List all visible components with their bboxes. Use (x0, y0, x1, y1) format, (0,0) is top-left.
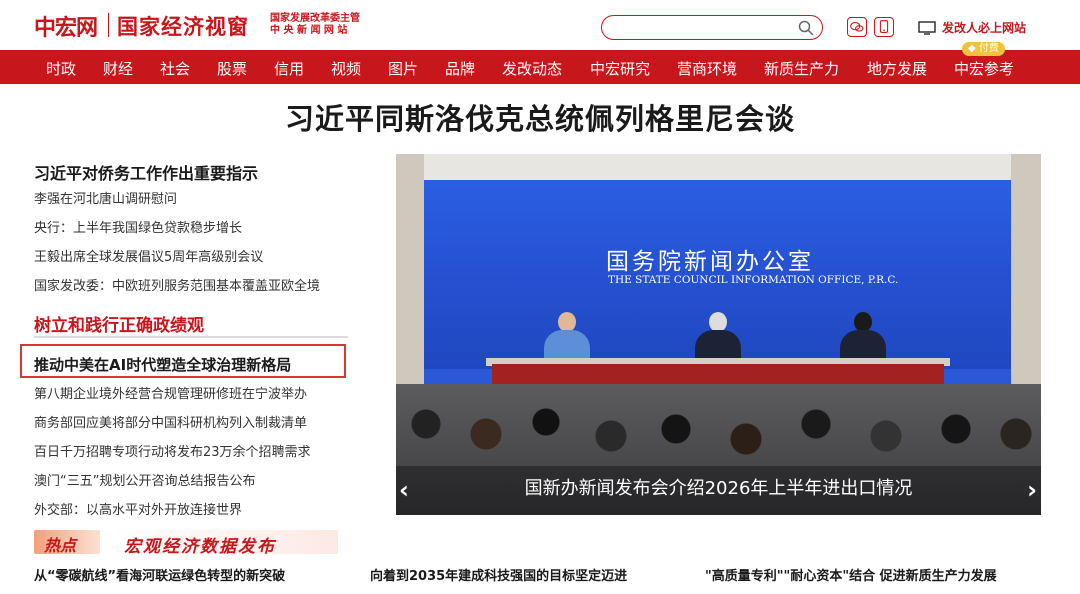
site-header: 中宏网 国家经济视窗 国家发展改革委主管 中 央 新 闻 网 站 发改人必上网站 (0, 0, 1080, 50)
nav-item-new-productivity[interactable]: 新质生产力 (764, 58, 839, 79)
carousel-caption[interactable]: 国新办新闻发布会介绍2026年上半年进出口情况 (396, 474, 1041, 500)
wall-left (396, 154, 424, 394)
subtitle-line-1: 国家发展改革委主管 (270, 13, 360, 24)
paid-badge-label: 付费 (978, 43, 999, 54)
main-nav: 时政 财经 社会 股票 信用 视频 图片 品牌 发改动态 中宏研究 营商环境 新… (0, 50, 1080, 84)
site-logo[interactable]: 中宏网 (34, 10, 98, 42)
nav-item-politics[interactable]: 时政 (46, 58, 76, 79)
nav-item-photos[interactable]: 图片 (388, 58, 418, 79)
wechat-icon[interactable] (847, 17, 867, 37)
news-item[interactable]: 国家发改委：中欧班列服务范围基本覆盖亚欧全境 (34, 275, 320, 294)
nav-item-business-env[interactable]: 营商环境 (677, 58, 737, 79)
section-divider (34, 336, 348, 338)
search-input[interactable] (601, 15, 823, 40)
hot-tag[interactable]: 热点 (44, 532, 76, 556)
hot-link[interactable]: 从“零碳航线”看海河联运绿色转型的新突破 (34, 565, 285, 584)
nav-item-society[interactable]: 社会 (160, 58, 190, 79)
news-item[interactable]: 李强在河北唐山调研慰问 (34, 188, 177, 207)
nav-item-credit[interactable]: 信用 (274, 58, 304, 79)
homepage-link-label: 发改人必上网站 (942, 21, 1027, 35)
backdrop-title-cn: 国务院新闻办公室 (606, 249, 814, 275)
mobile-icon[interactable] (874, 17, 894, 37)
nav-item-local[interactable]: 地方发展 (867, 58, 927, 79)
wall-right (1011, 154, 1041, 394)
logo-divider (108, 13, 109, 37)
news-item[interactable]: 外交部：以高水平对外开放连接世界 (34, 499, 242, 518)
news-item[interactable]: 王毅出席全球发展倡议5周年高级别会议 (34, 246, 263, 265)
carousel-next-icon[interactable]: › (1027, 476, 1037, 504)
news-item[interactable]: 央行：上半年我国绿色贷款稳步增长 (34, 217, 242, 236)
news-item[interactable]: 商务部回应美将部分中国科研机构列入制裁清单 (34, 412, 307, 431)
monitor-icon (918, 20, 936, 35)
backdrop-title-en: THE STATE COUNCIL INFORMATION OFFICE, P.… (608, 274, 899, 286)
search-icon[interactable] (798, 20, 814, 36)
nav-item-research[interactable]: 中宏研究 (590, 58, 650, 79)
speaker-left (544, 312, 590, 364)
speaker-center (695, 312, 741, 364)
nav-item-ndrc-news[interactable]: 发改动态 (502, 58, 562, 79)
nav-item-brand[interactable]: 品牌 (445, 58, 475, 79)
site-subtitle: 国家发展改革委主管 中 央 新 闻 网 站 (270, 13, 380, 37)
news-item[interactable]: 澳门“三五”规划公开咨询总结报告公布 (34, 470, 255, 489)
hot-link[interactable]: "高质量专利""耐心资本"结合 促进新质生产力发展 (705, 565, 997, 584)
homepage-link[interactable]: 发改人必上网站 (918, 19, 1026, 36)
hot-link[interactable]: 向着到2035年建成科技强国的目标坚定迈进 (370, 565, 627, 584)
lead-news[interactable]: 习近平对侨务工作作出重要指示 (34, 160, 258, 184)
ceiling (396, 154, 1041, 180)
nav-item-reference[interactable]: 中宏参考 (954, 58, 1014, 79)
page-headline[interactable]: 习近平同斯洛伐克总统佩列格里尼会谈 (0, 96, 1080, 138)
carousel-prev-icon[interactable]: ‹ (399, 476, 409, 504)
nav-item-finance[interactable]: 财经 (103, 58, 133, 79)
site-title[interactable]: 国家经济视窗 (117, 11, 249, 41)
news-item[interactable]: 百日千万招聘专项行动将发布23万余个招聘需求 (34, 441, 311, 460)
speaker-right (840, 312, 886, 364)
paid-badge: ◆ 付费 (962, 42, 1005, 56)
macro-data-link[interactable]: 宏观经济数据发布 (124, 532, 276, 557)
highlight-news[interactable]: 推动中美在AI时代塑造全球治理新格局 (34, 354, 291, 375)
nav-item-video[interactable]: 视频 (331, 58, 361, 79)
news-item[interactable]: 第八期企业境外经营合规管理研修班在宁波举办 (34, 383, 307, 402)
photo-carousel[interactable]: 国务院新闻办公室 THE STATE COUNCIL INFORMATION O… (396, 154, 1041, 515)
nav-item-stocks[interactable]: 股票 (217, 58, 247, 79)
section-title[interactable]: 树立和践行正确政绩观 (34, 311, 204, 336)
subtitle-line-2: 中 央 新 闻 网 站 (270, 25, 348, 36)
